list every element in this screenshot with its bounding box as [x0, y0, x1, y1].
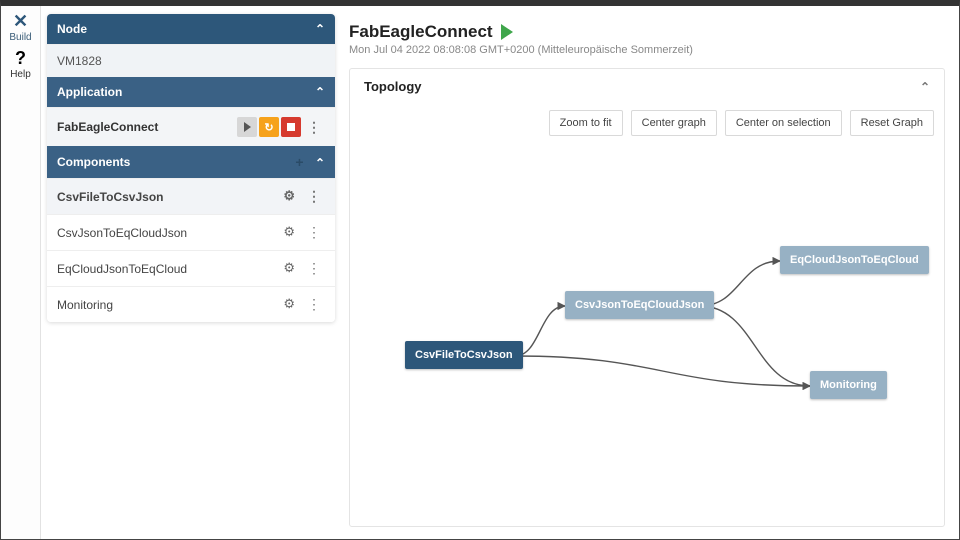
component-row-actions: ⚙⋮ — [283, 224, 325, 241]
gear-icon[interactable]: ⚙ — [283, 188, 295, 205]
component-label: CsvFileToCsvJson — [57, 190, 163, 204]
component-row[interactable]: CsvJsonToEqCloudJson⚙⋮ — [47, 214, 335, 250]
chevron-up-icon: ⌃ — [920, 80, 930, 94]
section-header-components[interactable]: Components + ⌃ — [47, 146, 335, 178]
component-row[interactable]: CsvFileToCsvJson⚙⋮ — [47, 178, 335, 214]
tools-icon: ✕ — [1, 12, 40, 30]
sidebar-panel: Node ⌃ VM1828 Application ⌃ FabEagleConn… — [47, 14, 335, 322]
component-label: Monitoring — [57, 298, 113, 312]
page-title: FabEagleConnect — [349, 22, 493, 42]
topology-card: Topology ⌃ Zoom to fit Center graph Cent… — [349, 68, 945, 527]
page-title-row: FabEagleConnect — [349, 22, 945, 42]
section-header-node[interactable]: Node ⌃ — [47, 14, 335, 44]
node-vm-label: VM1828 — [57, 54, 102, 68]
play-button[interactable] — [237, 117, 257, 137]
kebab-icon[interactable]: ⋮ — [303, 260, 325, 277]
component-row[interactable]: EqCloudJsonToEqCloud⚙⋮ — [47, 250, 335, 286]
plus-icon[interactable]: + — [295, 154, 303, 170]
chevron-up-icon: ⌃ — [315, 22, 325, 36]
section-title: Components — [57, 155, 130, 169]
topology-header[interactable]: Topology ⌃ — [350, 69, 944, 104]
help-icon: ? — [1, 49, 40, 67]
component-row-actions: ⚙⋮ — [283, 188, 325, 205]
graph-node-monitor[interactable]: Monitoring — [810, 371, 887, 399]
component-row-actions: ⚙⋮ — [283, 260, 325, 277]
kebab-icon[interactable]: ⋮ — [303, 188, 325, 205]
main-area: FabEagleConnect Mon Jul 04 2022 08:08:08… — [341, 6, 959, 539]
gear-icon[interactable]: ⚙ — [283, 224, 295, 241]
application-row[interactable]: FabEagleConnect ↻ ⋮ — [47, 107, 335, 146]
chevron-up-icon: ⌃ — [315, 156, 325, 170]
component-row[interactable]: Monitoring⚙⋮ — [47, 286, 335, 322]
sidebar: Node ⌃ VM1828 Application ⌃ FabEagleConn… — [41, 6, 341, 539]
reset-graph-button[interactable]: Reset Graph — [850, 110, 934, 136]
node-vm-row[interactable]: VM1828 — [47, 44, 335, 77]
play-icon — [501, 24, 513, 40]
left-rail-help[interactable]: ? Help — [1, 49, 40, 80]
gear-icon[interactable]: ⚙ — [283, 260, 295, 277]
application-name: FabEagleConnect — [57, 120, 158, 134]
left-rail: ✕ Build ? Help — [1, 6, 41, 539]
topology-graph[interactable]: CsvFileToCsvJson CsvJsonToEqCloudJson EqCl… — [350, 146, 944, 526]
graph-edges — [350, 146, 944, 526]
center-graph-button[interactable]: Center graph — [631, 110, 717, 136]
zoom-to-fit-button[interactable]: Zoom to fit — [549, 110, 623, 136]
left-rail-help-label: Help — [1, 69, 40, 80]
section-right: + ⌃ — [295, 154, 325, 170]
component-label: CsvJsonToEqCloudJson — [57, 226, 187, 240]
center-on-selection-button[interactable]: Center on selection — [725, 110, 842, 136]
graph-edge — [700, 306, 810, 386]
section-header-application[interactable]: Application ⌃ — [47, 77, 335, 107]
page-timestamp: Mon Jul 04 2022 08:08:08 GMT+0200 (Mitte… — [349, 44, 945, 56]
graph-node-eqcloud[interactable]: EqCloudJsonToEqCloud — [780, 246, 929, 274]
kebab-icon[interactable]: ⋮ — [303, 119, 325, 136]
graph-node-csvjson[interactable]: CsvJsonToEqCloudJson — [565, 291, 714, 319]
component-label: EqCloudJsonToEqCloud — [57, 262, 187, 276]
left-rail-build[interactable]: ✕ Build — [1, 12, 40, 43]
section-title: Application — [57, 85, 122, 99]
gear-icon[interactable]: ⚙ — [283, 296, 295, 313]
chevron-up-icon: ⌃ — [315, 85, 325, 99]
application-actions: ↻ ⋮ — [237, 117, 325, 137]
kebab-icon[interactable]: ⋮ — [303, 224, 325, 241]
graph-node-csvfile[interactable]: CsvFileToCsvJson — [405, 341, 523, 369]
refresh-button[interactable]: ↻ — [259, 117, 279, 137]
stop-button[interactable] — [281, 117, 301, 137]
component-row-actions: ⚙⋮ — [283, 296, 325, 313]
topology-title: Topology — [364, 79, 422, 94]
topology-actions: Zoom to fit Center graph Center on selec… — [350, 104, 944, 146]
section-title: Node — [57, 22, 87, 36]
kebab-icon[interactable]: ⋮ — [303, 296, 325, 313]
left-rail-build-label: Build — [1, 32, 40, 43]
